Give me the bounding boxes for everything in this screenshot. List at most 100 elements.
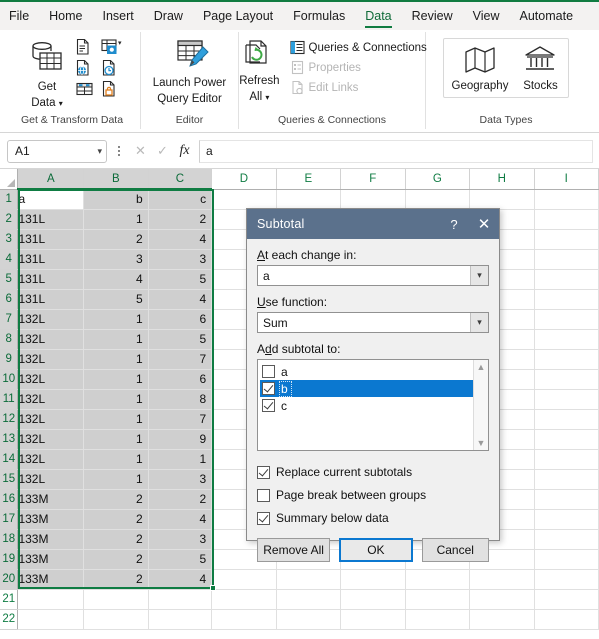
cell-I9[interactable] bbox=[534, 349, 599, 370]
cancel-entry-icon[interactable]: ✕ bbox=[130, 141, 151, 162]
cell-A18[interactable]: 133M bbox=[17, 529, 85, 550]
row-header-20[interactable]: 20 bbox=[0, 569, 19, 590]
tab-view[interactable]: View bbox=[464, 5, 509, 27]
cell-H20[interactable] bbox=[469, 569, 535, 590]
cell-E21[interactable] bbox=[276, 589, 342, 610]
add-subtotal-to-listbox[interactable]: abc ▲ ▼ bbox=[257, 359, 489, 451]
cell-I12[interactable] bbox=[534, 409, 599, 430]
cell-C13[interactable]: 9 bbox=[148, 429, 213, 450]
cell-I15[interactable] bbox=[534, 469, 599, 490]
row-header-10[interactable]: 10 bbox=[0, 369, 19, 390]
column-header-I[interactable]: I bbox=[534, 169, 599, 190]
row-header-4[interactable]: 4 bbox=[0, 249, 19, 270]
cell-C15[interactable]: 3 bbox=[148, 469, 213, 490]
row-header-6[interactable]: 6 bbox=[0, 289, 19, 310]
tab-review[interactable]: Review bbox=[403, 5, 462, 27]
row-header-9[interactable]: 9 bbox=[0, 349, 19, 370]
cell-A21[interactable] bbox=[17, 589, 85, 610]
cell-C5[interactable]: 5 bbox=[148, 269, 213, 290]
row-header-22[interactable]: 22 bbox=[0, 609, 19, 630]
column-header-F[interactable]: F bbox=[340, 169, 406, 190]
page-break-between-groups-checkbox[interactable] bbox=[257, 488, 270, 502]
replace-current-subtotals-option[interactable]: Replace current subtotals bbox=[257, 462, 489, 482]
cell-I16[interactable] bbox=[534, 489, 599, 510]
cell-C2[interactable]: 2 bbox=[148, 209, 213, 230]
listbox-scrollbar[interactable]: ▲ ▼ bbox=[473, 360, 488, 450]
use-function-combo[interactable]: Sum ▾ bbox=[257, 312, 489, 333]
cell-B16[interactable]: 2 bbox=[83, 489, 149, 510]
cell-B8[interactable]: 1 bbox=[83, 329, 149, 350]
help-icon[interactable]: ? bbox=[439, 209, 469, 239]
cell-D21[interactable] bbox=[211, 589, 277, 610]
column-header-C[interactable]: C bbox=[148, 169, 213, 190]
cell-C11[interactable]: 8 bbox=[148, 389, 213, 410]
replace-current-subtotals-checkbox[interactable] bbox=[257, 465, 270, 479]
cell-B13[interactable]: 1 bbox=[83, 429, 149, 450]
close-icon[interactable]: ✕ bbox=[469, 209, 499, 239]
row-header-21[interactable]: 21 bbox=[0, 589, 19, 610]
column-header-H[interactable]: H bbox=[469, 169, 535, 190]
cell-B1[interactable]: b bbox=[83, 189, 149, 210]
cell-C9[interactable]: 7 bbox=[148, 349, 213, 370]
cell-B22[interactable] bbox=[83, 609, 149, 630]
cell-C3[interactable]: 4 bbox=[148, 229, 213, 250]
tab-insert[interactable]: Insert bbox=[94, 5, 143, 27]
scroll-up-icon[interactable]: ▲ bbox=[477, 362, 486, 372]
tab-data[interactable]: Data bbox=[356, 5, 400, 28]
cell-C16[interactable]: 2 bbox=[148, 489, 213, 510]
page-break-between-groups-option[interactable]: Page break between groups bbox=[257, 485, 489, 505]
cell-I21[interactable] bbox=[534, 589, 599, 610]
row-header-16[interactable]: 16 bbox=[0, 489, 19, 510]
row-header-17[interactable]: 17 bbox=[0, 509, 19, 530]
from-web-table-button[interactable]: ▾ bbox=[99, 37, 123, 57]
cell-B15[interactable]: 1 bbox=[83, 469, 149, 490]
cell-A19[interactable]: 133M bbox=[17, 549, 85, 570]
cell-I3[interactable] bbox=[534, 229, 599, 250]
column-header-A[interactable]: A bbox=[17, 169, 85, 190]
tab-automate[interactable]: Automate bbox=[511, 5, 583, 27]
cell-A13[interactable]: 132L bbox=[17, 429, 85, 450]
summary-below-data-option[interactable]: Summary below data bbox=[257, 508, 489, 528]
column-header-G[interactable]: G bbox=[405, 169, 471, 190]
cell-I18[interactable] bbox=[534, 529, 599, 550]
from-web-button[interactable] bbox=[73, 58, 97, 78]
cell-C20[interactable]: 4 bbox=[148, 569, 213, 590]
tab-home[interactable]: Home bbox=[40, 5, 91, 27]
cell-C6[interactable]: 4 bbox=[148, 289, 213, 310]
cell-F1[interactable] bbox=[340, 189, 406, 210]
cell-C14[interactable]: 1 bbox=[148, 449, 213, 470]
subtotal-field-item-b[interactable]: b bbox=[260, 380, 473, 397]
cell-C8[interactable]: 5 bbox=[148, 329, 213, 350]
cell-G22[interactable] bbox=[405, 609, 471, 630]
cell-B7[interactable]: 1 bbox=[83, 309, 149, 330]
get-data-button[interactable]: Get Data ▾ bbox=[21, 36, 73, 112]
cell-A17[interactable]: 133M bbox=[17, 509, 85, 530]
cell-I4[interactable] bbox=[534, 249, 599, 270]
queries-and-connections-button[interactable]: Queries & Connections bbox=[286, 38, 431, 57]
cell-A11[interactable]: 132L bbox=[17, 389, 85, 410]
cell-A4[interactable]: 131L bbox=[17, 249, 85, 270]
cell-C21[interactable] bbox=[148, 589, 213, 610]
cell-G1[interactable] bbox=[405, 189, 471, 210]
cell-F20[interactable] bbox=[340, 569, 406, 590]
cell-B20[interactable]: 2 bbox=[83, 569, 149, 590]
row-header-2[interactable]: 2 bbox=[0, 209, 19, 230]
column-header-D[interactable]: D bbox=[211, 169, 277, 190]
cell-B21[interactable] bbox=[83, 589, 149, 610]
cell-H21[interactable] bbox=[469, 589, 535, 610]
insert-function-icon[interactable]: fx bbox=[174, 141, 195, 162]
cell-B5[interactable]: 4 bbox=[83, 269, 149, 290]
at-each-change-combo[interactable]: a ▾ bbox=[257, 265, 489, 286]
cell-I10[interactable] bbox=[534, 369, 599, 390]
cell-A20[interactable]: 133M bbox=[17, 569, 85, 590]
cell-A6[interactable]: 131L bbox=[17, 289, 85, 310]
summary-below-data-checkbox[interactable] bbox=[257, 511, 270, 525]
confirm-entry-icon[interactable]: ✓ bbox=[152, 141, 173, 162]
scroll-down-icon[interactable]: ▼ bbox=[477, 438, 486, 448]
cell-B10[interactable]: 1 bbox=[83, 369, 149, 390]
chevron-down-icon[interactable]: ▾ bbox=[470, 266, 488, 285]
cell-G20[interactable] bbox=[405, 569, 471, 590]
cell-E20[interactable] bbox=[276, 569, 342, 590]
cell-I1[interactable] bbox=[534, 189, 599, 210]
cell-A12[interactable]: 132L bbox=[17, 409, 85, 430]
